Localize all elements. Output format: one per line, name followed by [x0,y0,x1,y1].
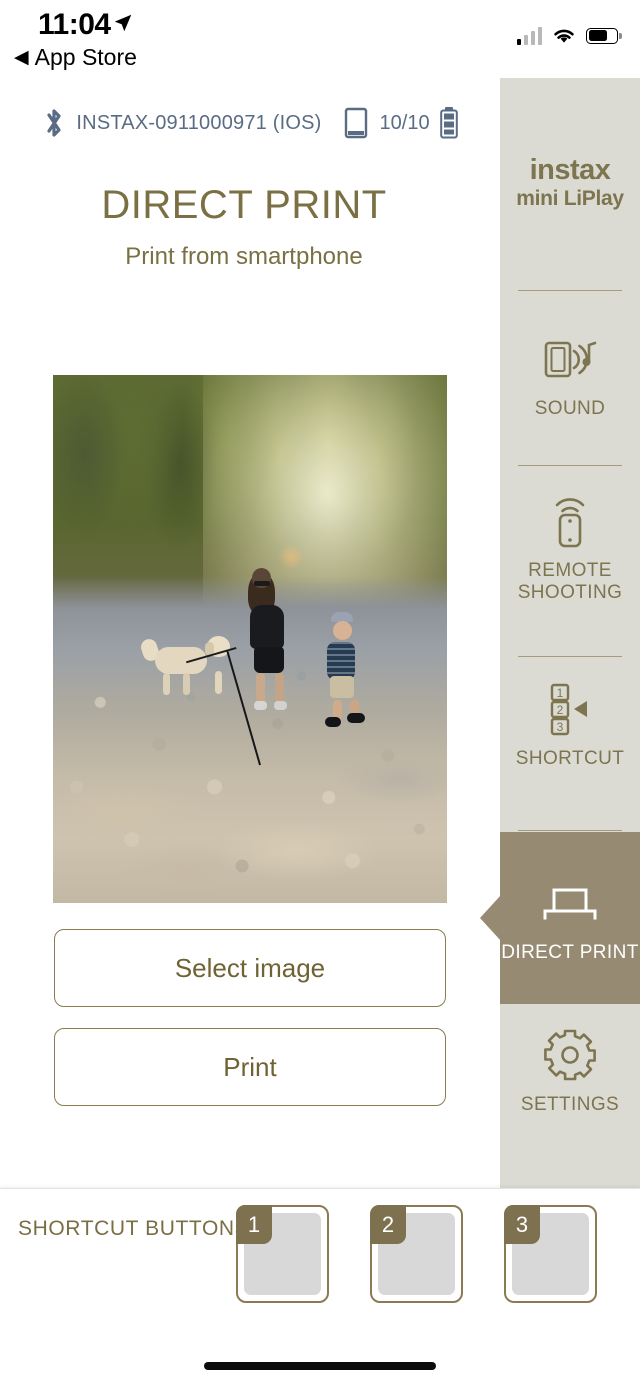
shortcut-slot-1[interactable]: 1 [236,1205,329,1303]
photo-dog-body [155,646,208,674]
shortcut-slot-badge: 2 [370,1205,406,1244]
film-count: 10/10 [379,111,430,134]
photo-woman-leg [274,673,284,704]
logo-line-2: mini LiPlay [516,187,624,210]
bluetooth-icon [47,109,62,137]
back-to-app-store-link[interactable]: ◀ App Store [14,44,137,71]
remote-wifi-icon [545,490,595,552]
shortcut-buttons-label: SHORTCUT BUTTONS [18,1217,250,1240]
numbered-list-icon: 1 2 3 [542,678,598,740]
sidebar-item-direct-print[interactable]: DIRECT PRINT [480,832,640,1004]
device-name: INSTAX-0911000971 (IOS) [76,111,322,134]
home-indicator[interactable] [204,1362,436,1370]
photo-boy-shirt-stripes [326,641,355,680]
sidebar-item-sound[interactable]: SOUND [500,328,640,420]
sidebar-divider [518,465,622,466]
photo-boy-shoe [346,712,365,723]
active-pointer-icon [480,895,501,941]
svg-text:1: 1 [557,686,564,700]
sidebar-label-shortcut: SHORTCUT [515,748,625,769]
shortcut-slot-3[interactable]: 3 [504,1205,597,1303]
print-button[interactable]: Print [54,1028,446,1106]
gear-icon [543,1024,597,1086]
sidebar-divider [518,656,622,657]
shortcut-slot-2[interactable]: 2 [370,1205,463,1303]
photo-preview[interactable] [53,375,447,903]
sidebar-label-remote-shooting: REMOTE SHOOTING [517,560,623,604]
photo-woman-sunglasses [253,580,270,586]
sidebar-divider [518,830,622,831]
location-arrow-icon [114,14,132,32]
printer-icon [539,872,601,934]
photo-woman-torso [250,604,284,649]
sidebar-item-settings[interactable]: SETTINGS [500,1024,640,1116]
svg-text:2: 2 [557,703,564,717]
photo-woman-shorts [253,646,284,673]
sidebar-label-settings: SETTINGS [520,1094,620,1115]
logo-line-1: instax [529,154,611,186]
film-pack-icon [344,107,367,139]
svg-text:3: 3 [557,720,564,734]
wifi-icon [554,29,574,43]
speaker-music-icon [542,328,598,390]
shortcut-slot-badge: 3 [504,1205,540,1244]
app-screen: 11:04 ◀ App Store INSTAX-0911000971 (IOS… [0,0,640,1386]
status-time: 11:04 [38,8,111,41]
sidebar-nav: instax mini LiPlay SOUND REMOTE SHOOTING… [480,78,640,1195]
device-battery-icon [439,107,458,139]
page-subtitle: Print from smartphone [125,243,363,270]
photo-dog-leg [214,670,222,694]
photo-dog-leg [163,673,171,696]
shortcut-slot-list: 1 2 3 [236,1205,597,1303]
sidebar-item-shortcut[interactable]: 1 2 3 SHORTCUT [500,678,640,770]
photo-woman-leg [256,673,266,704]
sidebar-item-remote-shooting[interactable]: REMOTE SHOOTING [500,490,640,605]
sidebar-label-sound: SOUND [534,398,606,419]
sidebar-label-direct-print: DIRECT PRINT [501,941,639,963]
page-title: DIRECT PRINT [101,183,387,227]
photo-woman-shoe [273,701,287,711]
photo-boy-shorts [329,675,354,698]
ios-status-bar: 11:04 ◀ App Store [0,0,640,78]
photo-dog-leg [183,673,191,696]
select-image-button[interactable]: Select image [54,929,446,1007]
battery-icon [586,27,622,44]
cellular-signal-icon [516,26,542,45]
photo-boy-head [332,620,352,640]
photo-woman-shoe [253,701,267,711]
sidebar-divider [518,290,622,291]
shortcut-buttons-bar: SHORTCUT BUTTONS 1 2 3 [0,1188,640,1386]
shortcut-slot-badge: 1 [236,1205,272,1244]
instax-logo: instax mini LiPlay [500,154,640,210]
photo-boy-shoe [324,717,341,728]
back-label: App Store [34,44,137,70]
status-indicators [516,26,622,45]
connected-device-bar: INSTAX-0911000971 (IOS) 10/10 [0,96,500,150]
back-arrow-icon: ◀ [14,47,29,68]
